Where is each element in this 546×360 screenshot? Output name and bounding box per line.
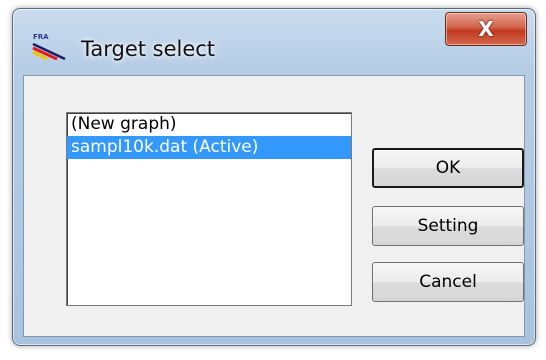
stage: FRA Target select X (New graph) sampl10k… xyxy=(0,0,546,360)
target-listbox[interactable]: (New graph) sampl10k.dat (Active) xyxy=(66,112,352,306)
close-button[interactable]: X xyxy=(445,12,527,46)
fra-graph-icon: FRA xyxy=(31,31,69,61)
svg-text:FRA: FRA xyxy=(33,33,49,41)
close-icon: X xyxy=(478,17,494,41)
window-title: Target select xyxy=(81,37,216,61)
dialog-window: FRA Target select X (New graph) sampl10k… xyxy=(12,8,536,346)
cancel-button[interactable]: Cancel xyxy=(372,262,524,302)
list-item[interactable]: (New graph) xyxy=(67,113,351,136)
ok-button[interactable]: OK xyxy=(372,148,524,188)
dialog-client-area: (New graph) sampl10k.dat (Active) OK Set… xyxy=(23,75,525,337)
title-bar[interactable]: FRA Target select X xyxy=(13,9,535,75)
list-item[interactable]: sampl10k.dat (Active) xyxy=(67,136,351,159)
setting-button[interactable]: Setting xyxy=(372,206,524,246)
